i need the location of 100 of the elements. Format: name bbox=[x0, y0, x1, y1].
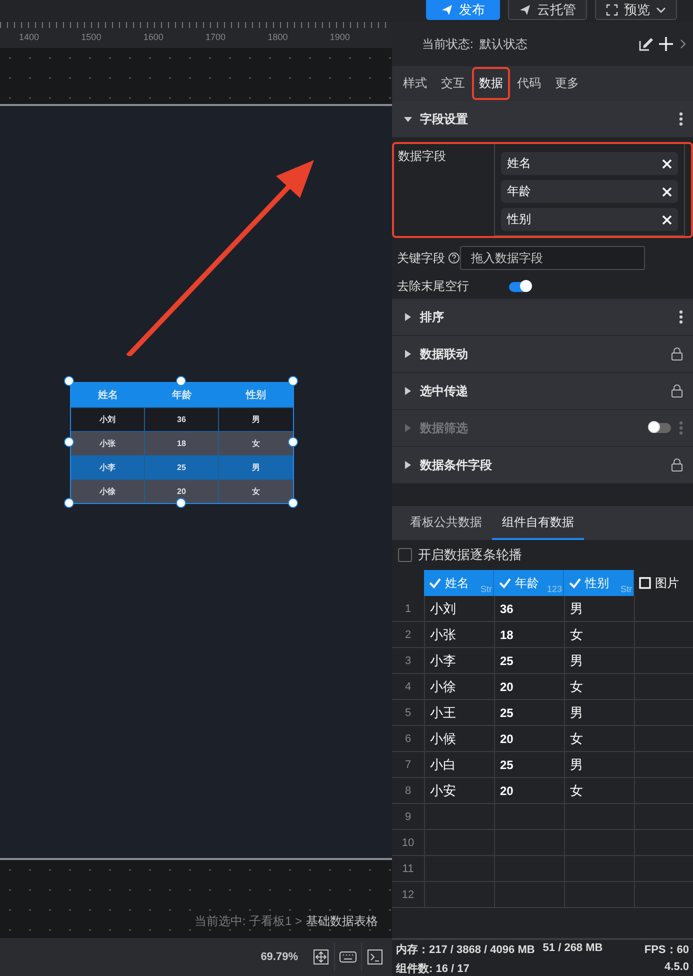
table-cell[interactable] bbox=[634, 596, 693, 622]
table-cell[interactable]: 小王 bbox=[424, 700, 494, 726]
resize-handle[interactable] bbox=[176, 376, 186, 386]
table-cell[interactable]: 25 bbox=[494, 648, 564, 674]
table-cell[interactable]: 25 bbox=[494, 700, 564, 726]
tab[interactable]: 组件自有数据 bbox=[492, 506, 584, 540]
terminal-icon[interactable] bbox=[366, 948, 384, 966]
toolbar-button[interactable]: 发布 bbox=[426, 0, 500, 20]
table-cell[interactable] bbox=[634, 830, 693, 856]
check-icon[interactable] bbox=[569, 577, 581, 589]
field-chip[interactable]: 年龄 bbox=[501, 180, 678, 203]
table-cell[interactable]: 小李 bbox=[424, 648, 494, 674]
tab[interactable]: 代码 bbox=[510, 67, 548, 100]
table-cell[interactable]: 小张 bbox=[424, 622, 494, 648]
caret-icon[interactable] bbox=[404, 350, 412, 358]
table-cell[interactable]: 女 bbox=[564, 674, 634, 700]
caret-icon[interactable] bbox=[404, 461, 412, 469]
more-icon[interactable] bbox=[679, 310, 683, 324]
table-cell[interactable] bbox=[634, 648, 693, 674]
resize-handle[interactable] bbox=[288, 498, 298, 508]
table-cell[interactable] bbox=[634, 804, 693, 830]
toolbar-button[interactable]: 云托管 bbox=[508, 0, 587, 20]
column-header[interactable]: 年龄 123 bbox=[494, 570, 564, 596]
table-cell[interactable]: 20 bbox=[494, 674, 564, 700]
table-cell[interactable]: 25 bbox=[494, 752, 564, 778]
check-icon[interactable] bbox=[499, 577, 511, 589]
resize-handle[interactable] bbox=[64, 437, 74, 447]
table-cell[interactable] bbox=[634, 622, 693, 648]
table-cell[interactable] bbox=[634, 726, 693, 752]
close-icon[interactable] bbox=[662, 158, 672, 168]
table-cell[interactable]: 18 bbox=[494, 622, 564, 648]
table-cell[interactable] bbox=[634, 882, 693, 908]
table-cell[interactable]: 女 bbox=[564, 726, 634, 752]
table-cell[interactable]: 女 bbox=[564, 778, 634, 804]
edit-icon[interactable] bbox=[638, 36, 653, 52]
caret-icon[interactable] bbox=[404, 313, 412, 321]
table-row[interactable]: 小刘 36 男 bbox=[71, 407, 293, 431]
table-row[interactable]: 小徐 20 女 bbox=[71, 479, 293, 503]
table-cell[interactable]: 女 bbox=[564, 622, 634, 648]
close-icon[interactable] bbox=[662, 214, 672, 224]
resize-handle[interactable] bbox=[64, 376, 74, 386]
table-cell[interactable] bbox=[564, 882, 634, 908]
table-cell[interactable] bbox=[634, 700, 693, 726]
resize-handle[interactable] bbox=[288, 376, 298, 386]
table-cell[interactable]: 男 bbox=[564, 596, 634, 622]
table-cell[interactable] bbox=[424, 882, 494, 908]
table-cell[interactable] bbox=[424, 804, 494, 830]
resize-handle[interactable] bbox=[64, 498, 74, 508]
table-cell[interactable] bbox=[564, 804, 634, 830]
table-cell[interactable] bbox=[634, 752, 693, 778]
table-cell[interactable] bbox=[494, 856, 564, 882]
table-cell[interactable] bbox=[634, 856, 693, 882]
input-field[interactable]: 拖入数据字段 bbox=[460, 246, 645, 270]
table-cell[interactable]: 男 bbox=[564, 700, 634, 726]
section-header[interactable]: 选中传递 bbox=[392, 373, 693, 410]
table-cell[interactable] bbox=[494, 830, 564, 856]
table-cell[interactable]: 36 bbox=[494, 596, 564, 622]
checkbox-icon[interactable] bbox=[639, 577, 651, 589]
table-cell[interactable]: 小候 bbox=[424, 726, 494, 752]
preview-button[interactable]: 预览 bbox=[595, 0, 677, 20]
table-cell[interactable]: 20 bbox=[494, 726, 564, 752]
checkbox[interactable] bbox=[398, 548, 412, 562]
check-icon[interactable] bbox=[429, 577, 441, 589]
plus-icon[interactable] bbox=[659, 37, 673, 51]
state-value[interactable]: 默认状态 bbox=[479, 36, 528, 52]
table-row[interactable]: 小张 18 女 bbox=[71, 431, 293, 455]
table-cell[interactable]: 男 bbox=[564, 752, 634, 778]
tab[interactable]: 看板公共数据 bbox=[400, 506, 492, 540]
table-cell[interactable]: 20 bbox=[494, 778, 564, 804]
table-cell[interactable] bbox=[494, 882, 564, 908]
section-header[interactable]: 数据联动 bbox=[392, 336, 693, 373]
chevron-right-icon[interactable] bbox=[679, 39, 687, 49]
section-header[interactable]: 排序 bbox=[392, 299, 693, 336]
section-header[interactable]: 数据条件字段 bbox=[392, 447, 693, 484]
table-cell[interactable]: 小刘 bbox=[424, 596, 494, 622]
column-header[interactable]: 性别 Str bbox=[564, 570, 634, 596]
table-widget[interactable]: 姓名 年龄 性别 小刘 36 男 小张 18 女 小李 25 男 小徐 20 女 bbox=[70, 382, 294, 504]
column-header[interactable]: 姓名 Str bbox=[424, 570, 494, 596]
table-row[interactable]: 小李 25 男 bbox=[71, 455, 293, 479]
table-cell[interactable] bbox=[424, 856, 494, 882]
table-cell[interactable] bbox=[564, 830, 634, 856]
table-cell[interactable]: 小徐 bbox=[424, 674, 494, 700]
fit-screen-icon[interactable] bbox=[312, 948, 330, 966]
caret-icon[interactable] bbox=[404, 115, 412, 123]
table-cell[interactable]: 男 bbox=[564, 648, 634, 674]
table-cell[interactable] bbox=[634, 778, 693, 804]
table-cell[interactable] bbox=[634, 674, 693, 700]
field-drop-zone[interactable]: 姓名 年龄 性别 bbox=[494, 144, 685, 236]
more-icon[interactable] bbox=[679, 112, 683, 126]
help-icon[interactable] bbox=[448, 252, 460, 264]
resize-handle[interactable] bbox=[176, 498, 186, 508]
section-header[interactable]: 字段设置 bbox=[392, 101, 693, 138]
tab[interactable]: 更多 bbox=[548, 67, 586, 100]
resize-handle[interactable] bbox=[288, 437, 298, 447]
tab[interactable]: 交互 bbox=[434, 67, 472, 100]
table-cell[interactable] bbox=[494, 804, 564, 830]
close-icon[interactable] bbox=[662, 186, 672, 196]
table-cell[interactable]: 小白 bbox=[424, 752, 494, 778]
field-chip[interactable]: 性别 bbox=[501, 208, 678, 231]
caret-icon[interactable] bbox=[404, 387, 412, 395]
